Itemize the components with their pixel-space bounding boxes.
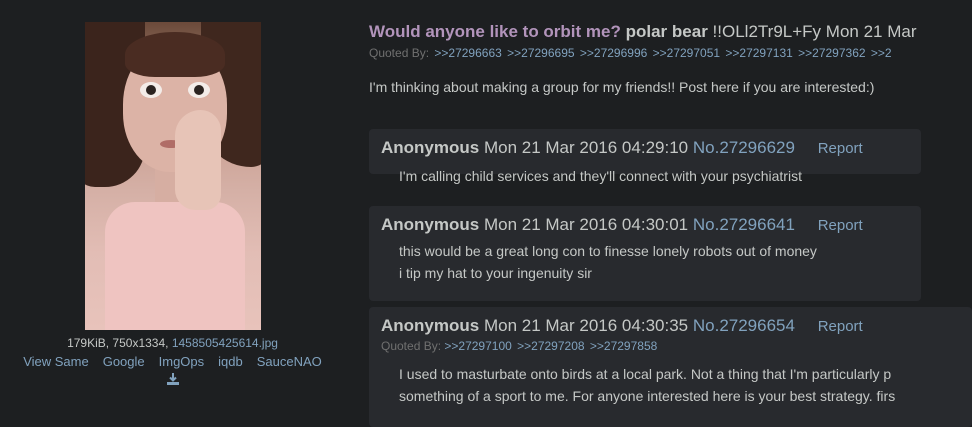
poster-name: polar bear [625, 22, 708, 41]
post-date: Mon 21 Mar [825, 22, 917, 41]
quote-link[interactable]: >>27297131 [725, 46, 792, 60]
post-date: Mon 21 Mar 2016 04:30:35 [483, 316, 689, 335]
message-line: I'm calling child services and they'll c… [399, 168, 802, 184]
op-image-column: 179KiB, 750x1334, 1458505425614.jpg View… [0, 22, 345, 386]
post-number-link[interactable]: No.27296629 [693, 138, 795, 157]
message-line: this would be a great long con to finess… [399, 243, 817, 259]
quote-link[interactable]: >>27297051 [653, 46, 720, 60]
quote-link[interactable]: >>27296663 [434, 46, 501, 60]
file-info: 179KiB, 750x1334, 1458505425614.jpg [67, 336, 278, 350]
op-quoted-by: Quoted By: >>27296663 >>27296695 >>27296… [369, 46, 972, 60]
reply-post: Anonymous Mon 21 Mar 2016 04:30:35 No.27… [369, 307, 972, 427]
reply-post: Anonymous Mon 21 Mar 2016 04:29:10 No.27… [369, 129, 921, 184]
report-link[interactable]: Report [818, 318, 863, 335]
file-meta: 179KiB, 750x1334, [67, 336, 169, 350]
report-link[interactable]: Report [818, 140, 863, 157]
reply-header: Anonymous Mon 21 Mar 2016 04:29:10 No.27… [369, 129, 921, 158]
poster-name: Anonymous [381, 215, 480, 234]
op-post: Would anyone like to orbit me? polar bea… [369, 22, 972, 95]
poster-tripcode: !!OLl2Tr9L+Fy [712, 22, 822, 41]
post-number-link[interactable]: No.27296641 [693, 215, 795, 234]
quote-link[interactable]: >>27297362 [798, 46, 865, 60]
post-subject: Would anyone like to orbit me? [369, 22, 621, 41]
reply-message: this would be a great long con to finess… [369, 235, 921, 284]
reply-header: Anonymous Mon 21 Mar 2016 04:30:01 No.27… [369, 206, 921, 235]
poster-name: Anonymous [381, 138, 480, 157]
download-icon[interactable] [166, 373, 180, 386]
post-date: Mon 21 Mar 2016 04:30:01 [483, 215, 689, 234]
reply-message: I'm calling child services and they'll c… [369, 158, 921, 187]
reply-header: Anonymous Mon 21 Mar 2016 04:30:35 No.27… [369, 307, 972, 336]
post-date: Mon 21 Mar 2016 04:29:10 [483, 138, 689, 157]
quote-link[interactable]: >>27296996 [580, 46, 647, 60]
imgops-link[interactable]: ImgOps [159, 354, 205, 369]
quoted-by-label: Quoted By: [369, 46, 430, 60]
file-name-link[interactable]: 1458505425614.jpg [172, 336, 278, 350]
view-same-link[interactable]: View Same [23, 354, 89, 369]
quote-link[interactable]: >>2 [871, 46, 892, 60]
quote-link[interactable]: >>27297100 [444, 339, 511, 353]
post-number-link[interactable]: No.27296654 [693, 316, 795, 335]
message-line: I used to masturbate onto birds at a loc… [399, 366, 892, 382]
op-message: I'm thinking about making a group for my… [369, 79, 875, 95]
image-search-tools: View Same Google ImgOps iqdb SauceNAO [23, 354, 322, 369]
quote-link[interactable]: >>27296695 [507, 46, 574, 60]
reply-post: Anonymous Mon 21 Mar 2016 04:30:01 No.27… [369, 206, 921, 301]
op-header: Would anyone like to orbit me? polar bea… [369, 22, 972, 42]
poster-name: Anonymous [381, 316, 480, 335]
google-link[interactable]: Google [103, 354, 145, 369]
quote-link[interactable]: >>27297208 [517, 339, 584, 353]
quoted-by-label: Quoted By: [381, 339, 442, 353]
message-line: something of a sport to me. For anyone i… [399, 388, 896, 404]
op-image-thumbnail[interactable] [84, 22, 261, 330]
message-line: i tip my hat to your ingenuity sir [399, 265, 592, 281]
saucenao-link[interactable]: SauceNAO [257, 354, 322, 369]
reply-quoted-by: Quoted By: >>27297100 >>27297208 >>27297… [369, 336, 972, 353]
iqdb-link[interactable]: iqdb [218, 354, 243, 369]
report-link[interactable]: Report [818, 217, 863, 234]
quote-link[interactable]: >>27297858 [590, 339, 657, 353]
reply-message: I used to masturbate onto birds at a loc… [369, 353, 972, 407]
